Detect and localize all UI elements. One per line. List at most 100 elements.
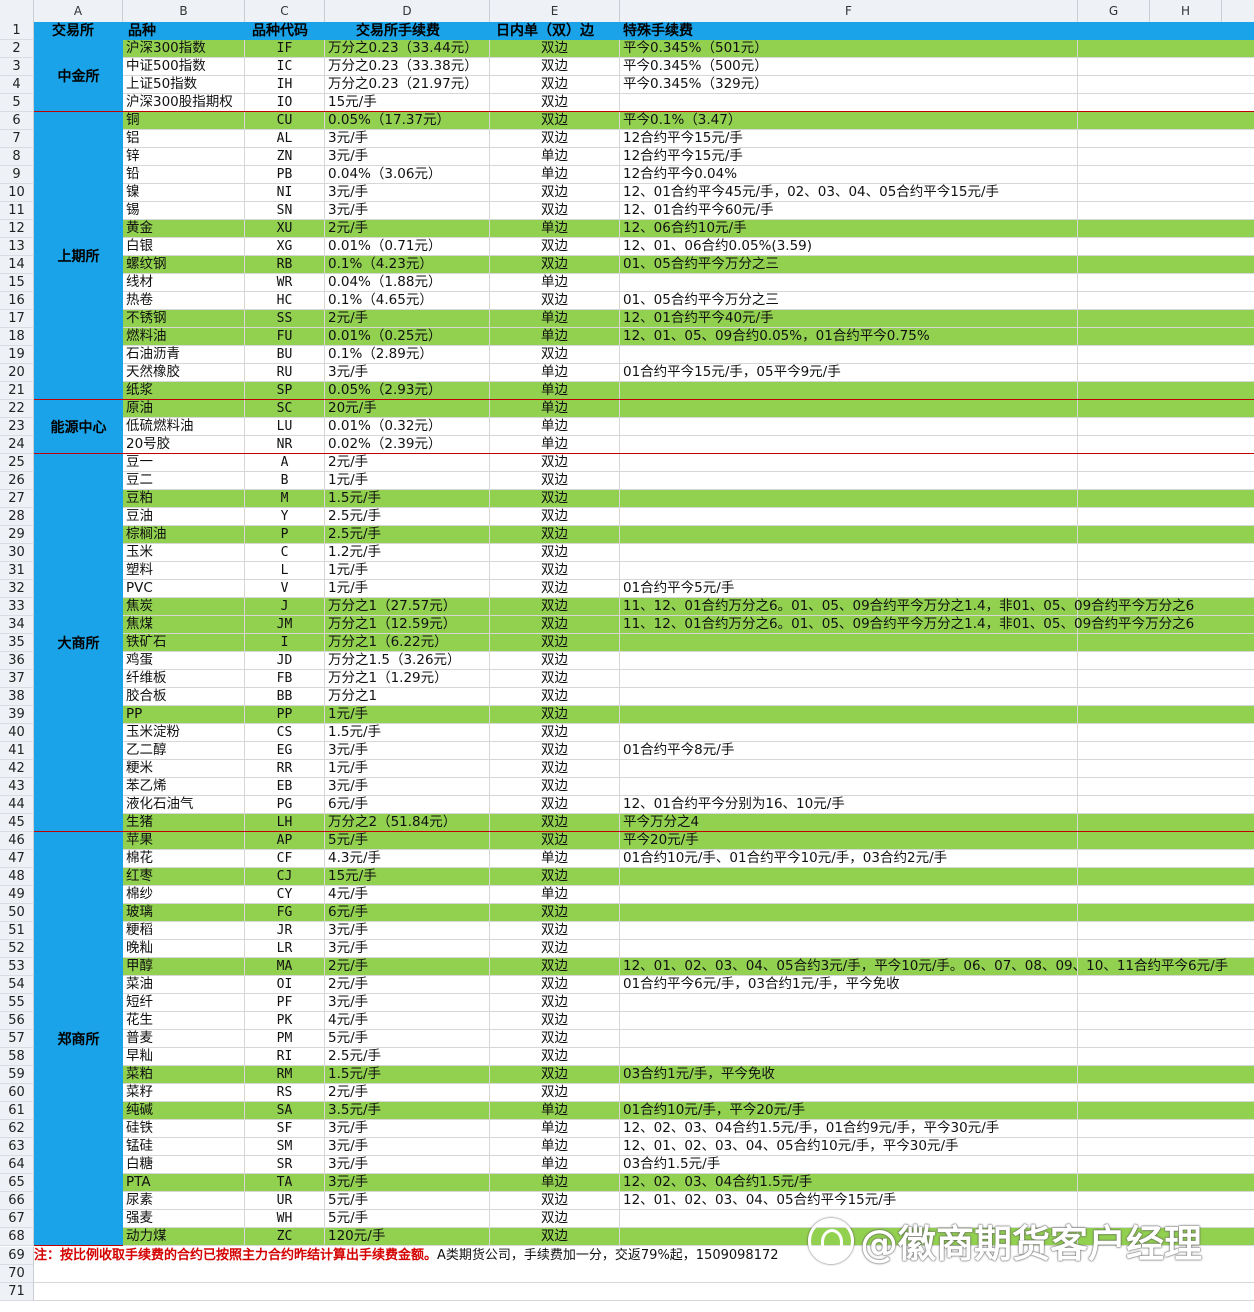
variety-cell[interactable]: 黄金 <box>123 220 245 238</box>
row-header[interactable]: 60 <box>0 1084 34 1102</box>
special-fee-cell[interactable]: 01合约平今8元/手 <box>620 742 1078 760</box>
variety-cell[interactable]: 棉花 <box>123 850 245 868</box>
variety-cell[interactable]: 铜 <box>123 112 245 130</box>
code-cell[interactable]: RB <box>245 256 325 274</box>
intraday-cell[interactable]: 双边 <box>490 994 620 1012</box>
row-header[interactable]: 25 <box>0 454 34 472</box>
row-header[interactable]: 21 <box>0 382 34 400</box>
variety-cell[interactable]: 甲醇 <box>123 958 245 976</box>
variety-cell[interactable]: 铝 <box>123 130 245 148</box>
code-cell[interactable]: CS <box>245 724 325 742</box>
special-fee-cell[interactable]: 12、01、05、09合约0.05%，01合约平今0.75% <box>620 328 1078 346</box>
variety-cell[interactable]: 粳米 <box>123 760 245 778</box>
code-cell[interactable]: P <box>245 526 325 544</box>
code-cell[interactable]: NR <box>245 436 325 454</box>
fee-cell[interactable]: 4元/手 <box>325 886 490 904</box>
code-cell[interactable]: IH <box>245 76 325 94</box>
variety-cell[interactable]: 锡 <box>123 202 245 220</box>
variety-cell[interactable]: 石油沥青 <box>123 346 245 364</box>
special-fee-cell[interactable]: 平今0.345%（329元） <box>620 76 1078 94</box>
code-cell[interactable]: SS <box>245 310 325 328</box>
intraday-cell[interactable]: 单边 <box>490 274 620 292</box>
fee-cell[interactable]: 3元/手 <box>325 922 490 940</box>
code-cell[interactable]: PM <box>245 1030 325 1048</box>
special-fee-cell[interactable]: 01合约平今5元/手 <box>620 580 1078 598</box>
fee-cell[interactable]: 2元/手 <box>325 454 490 472</box>
code-cell[interactable]: ZC <box>245 1228 325 1246</box>
variety-cell[interactable]: 豆粕 <box>123 490 245 508</box>
variety-cell[interactable]: 菜粕 <box>123 1066 245 1084</box>
code-cell[interactable]: LH <box>245 814 325 832</box>
intraday-cell[interactable]: 双边 <box>490 94 620 112</box>
special-fee-cell[interactable]: 平今万分之4 <box>620 814 1078 832</box>
intraday-cell[interactable]: 双边 <box>490 616 620 634</box>
variety-cell[interactable]: 晚籼 <box>123 940 245 958</box>
row-header[interactable]: 36 <box>0 652 34 670</box>
special-fee-cell[interactable] <box>620 706 1078 724</box>
intraday-cell[interactable]: 双边 <box>490 724 620 742</box>
special-fee-cell[interactable] <box>620 436 1078 454</box>
row-header[interactable]: 68 <box>0 1228 34 1246</box>
row-header[interactable]: 15 <box>0 274 34 292</box>
variety-cell[interactable]: 苯乙烯 <box>123 778 245 796</box>
intraday-cell[interactable]: 双边 <box>490 670 620 688</box>
code-cell[interactable]: XG <box>245 238 325 256</box>
intraday-cell[interactable]: 单边 <box>490 886 620 904</box>
intraday-cell[interactable]: 双边 <box>490 112 620 130</box>
special-fee-cell[interactable]: 平今20元/手 <box>620 832 1078 850</box>
code-cell[interactable]: SP <box>245 382 325 400</box>
code-cell[interactable]: V <box>245 580 325 598</box>
code-cell[interactable]: NI <box>245 184 325 202</box>
header-variety[interactable]: 品种 <box>128 22 156 40</box>
fee-cell[interactable]: 20元/手 <box>325 400 490 418</box>
row-header[interactable]: 5 <box>0 94 34 112</box>
fee-cell[interactable]: 5元/手 <box>325 832 490 850</box>
fee-cell[interactable]: 3元/手 <box>325 364 490 382</box>
fee-cell[interactable]: 1.5元/手 <box>325 1066 490 1084</box>
row-header[interactable]: 8 <box>0 148 34 166</box>
code-cell[interactable]: LR <box>245 940 325 958</box>
variety-cell[interactable]: 铅 <box>123 166 245 184</box>
row-header[interactable]: 18 <box>0 328 34 346</box>
special-fee-cell[interactable]: 12、01合约平今分别为16、10元/手 <box>620 796 1078 814</box>
intraday-cell[interactable]: 单边 <box>490 400 620 418</box>
row-header[interactable]: 19 <box>0 346 34 364</box>
fee-cell[interactable]: 万分之0.23（21.97元） <box>325 76 490 94</box>
fee-cell[interactable]: 0.1%（4.23元） <box>325 256 490 274</box>
variety-cell[interactable]: 生猪 <box>123 814 245 832</box>
code-cell[interactable]: EG <box>245 742 325 760</box>
row-header[interactable]: 49 <box>0 886 34 904</box>
variety-cell[interactable]: 菜油 <box>123 976 245 994</box>
fee-cell[interactable]: 3元/手 <box>325 148 490 166</box>
intraday-cell[interactable]: 双边 <box>490 1048 620 1066</box>
row-header[interactable]: 16 <box>0 292 34 310</box>
intraday-cell[interactable]: 单边 <box>490 166 620 184</box>
code-cell[interactable]: FB <box>245 670 325 688</box>
variety-cell[interactable]: 棕榈油 <box>123 526 245 544</box>
fee-cell[interactable]: 3元/手 <box>325 1120 490 1138</box>
code-cell[interactable]: WR <box>245 274 325 292</box>
fee-cell[interactable]: 4元/手 <box>325 1012 490 1030</box>
intraday-cell[interactable]: 双边 <box>490 634 620 652</box>
row-header[interactable]: 39 <box>0 706 34 724</box>
row-header[interactable]: 45 <box>0 814 34 832</box>
fee-cell[interactable]: 3元/手 <box>325 202 490 220</box>
intraday-cell[interactable]: 单边 <box>490 850 620 868</box>
column-header-h[interactable]: H <box>1150 0 1222 22</box>
exchange-cell[interactable]: 上期所 <box>34 112 123 400</box>
intraday-cell[interactable]: 双边 <box>490 472 620 490</box>
intraday-cell[interactable]: 单边 <box>490 310 620 328</box>
variety-cell[interactable]: 白银 <box>123 238 245 256</box>
row-header[interactable]: 24 <box>0 436 34 454</box>
intraday-cell[interactable]: 双边 <box>490 796 620 814</box>
header-code[interactable]: 品种代码 <box>252 22 308 40</box>
empty-row[interactable] <box>34 1283 1254 1301</box>
row-header[interactable]: 53 <box>0 958 34 976</box>
variety-cell[interactable]: 菜籽 <box>123 1084 245 1102</box>
fee-cell[interactable]: 4.3元/手 <box>325 850 490 868</box>
variety-cell[interactable]: 胶合板 <box>123 688 245 706</box>
variety-cell[interactable]: 沪深300指数 <box>123 40 245 58</box>
fee-cell[interactable]: 万分之1.5（3.26元） <box>325 652 490 670</box>
column-header-b[interactable]: B <box>123 0 245 22</box>
row-header[interactable]: 42 <box>0 760 34 778</box>
